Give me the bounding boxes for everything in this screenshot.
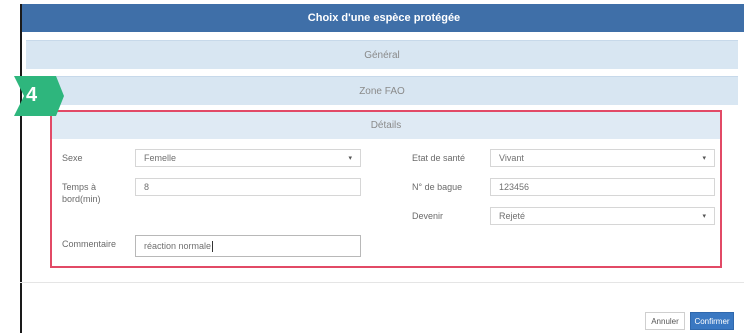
bague-value: 123456 xyxy=(499,182,530,192)
section-details[interactable]: Détails xyxy=(52,110,720,139)
bague-input[interactable]: 123456 xyxy=(490,178,715,196)
bague-label: N° de bague xyxy=(412,182,463,192)
etat-value: Vivant xyxy=(499,153,524,163)
section-general[interactable]: Général xyxy=(26,40,738,69)
cancel-button[interactable]: Annuler xyxy=(645,312,685,330)
confirm-button[interactable]: Confirmer xyxy=(690,312,734,330)
etat-select[interactable]: Vivant ▾ xyxy=(490,149,715,167)
step-number: 4 xyxy=(26,84,38,106)
chevron-down-icon: ▾ xyxy=(702,213,706,220)
sexe-value: Femelle xyxy=(144,153,177,163)
temps-label-line1: Temps à xyxy=(62,182,97,192)
text-cursor xyxy=(212,240,214,252)
devenir-value: Rejeté xyxy=(499,211,526,221)
temps-input[interactable]: 8 xyxy=(135,178,361,196)
commentaire-textarea[interactable]: réaction normale xyxy=(135,235,361,257)
footer-divider xyxy=(20,282,744,283)
commentaire-label: Commentaire xyxy=(62,239,117,249)
commentaire-value: réaction normale xyxy=(144,241,212,251)
temps-value: 8 xyxy=(144,182,150,192)
devenir-select[interactable]: Rejeté ▾ xyxy=(490,207,715,225)
etat-label: Etat de santé xyxy=(412,153,466,163)
sexe-select[interactable]: Femelle ▾ xyxy=(135,149,361,167)
devenir-label: Devenir xyxy=(412,211,444,221)
section-fao-zone[interactable]: Zone FAO xyxy=(26,76,738,105)
dialog-title: Choix d'une espèce protégée xyxy=(22,4,744,32)
chevron-down-icon: ▾ xyxy=(702,155,706,162)
temps-label-line2: bord(min) xyxy=(62,194,101,204)
step-marker-arrow-icon xyxy=(14,76,64,116)
sexe-label: Sexe xyxy=(62,153,83,163)
chevron-down-icon: ▾ xyxy=(348,155,352,162)
